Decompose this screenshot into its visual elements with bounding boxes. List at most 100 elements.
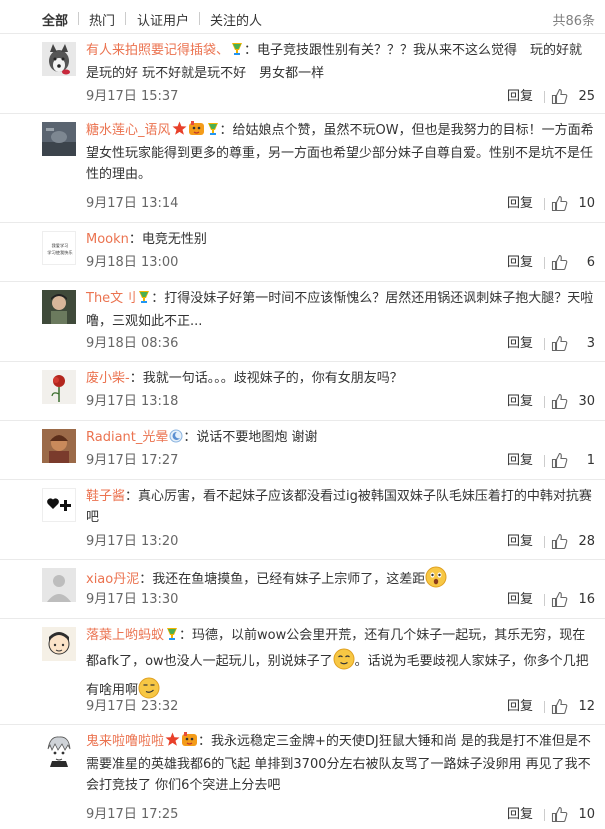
comment-actions: 9月18日 13:00 回复 6 bbox=[86, 253, 595, 273]
like-count: 16 bbox=[578, 592, 595, 607]
comment-content: ：打得没妹子好第一时间不应该惭愧么？居然还用锅还讽刺妹子抱大腿？天啦噜，三观如此… bbox=[86, 291, 594, 329]
thumbs-up-icon bbox=[551, 88, 568, 109]
tab-verified-users[interactable]: 认证用户 bbox=[137, 10, 189, 29]
username[interactable]: 鬼来啦噜啦啦 bbox=[86, 734, 164, 749]
svg-text:我爱学习: 我爱学习 bbox=[52, 242, 69, 249]
comment-item: The文刂 ：打得没妹子好第一时间不应该惭愧么？居然还用锅还讽刺妹子抱大腿？天啦噜… bbox=[0, 282, 605, 362]
like-count: 3 bbox=[586, 336, 595, 351]
reply-button[interactable]: 回复 bbox=[507, 697, 533, 717]
comment-time: 9月17日 17:27 bbox=[86, 453, 179, 468]
thumbs-up-icon bbox=[551, 195, 568, 216]
comment-item: 落葉上哟蚂蚁 ：玛德，以前wow公会里开荒，还有几个妹子一起玩，其乐无穷，现在都a… bbox=[0, 619, 605, 725]
username[interactable]: Radiant_光晕 bbox=[86, 430, 168, 445]
comment-actions: 9月18日 08:36 回复 3 bbox=[86, 334, 595, 354]
comment-actions: 9月17日 13:20 回复 28 bbox=[86, 532, 595, 552]
action-divider bbox=[544, 701, 545, 713]
avatar[interactable] bbox=[42, 370, 76, 404]
member-badge-icon[interactable] bbox=[206, 121, 220, 143]
avatar[interactable] bbox=[42, 733, 76, 767]
comment-content: ：真心厉害，看不起妹子应该都没看过ig被韩国双妹子队毛妹压着打的中韩对抗赛吧 bbox=[86, 489, 592, 525]
avatar[interactable] bbox=[42, 488, 76, 522]
comment-time: 9月17日 13:20 bbox=[86, 534, 179, 549]
avatar[interactable]: 我爱学习 学习使我快乐 bbox=[42, 231, 76, 265]
like-button[interactable]: 3 bbox=[549, 334, 595, 354]
member-badge-icon[interactable] bbox=[230, 41, 244, 63]
reply-button[interactable]: 回复 bbox=[507, 253, 533, 273]
thumbs-up-icon bbox=[551, 698, 568, 719]
comment-item: 我爱学习 学习使我快乐 Mookn：电竞无性别 9月18日 13:00 回复 6 bbox=[0, 223, 605, 282]
username[interactable]: Mookn bbox=[86, 232, 129, 247]
username[interactable]: 有人来拍照要记得插袋、 bbox=[86, 43, 229, 58]
comment-text: The文刂 ：打得没妹子好第一时间不应该惭愧么？居然还用锅还讽刺妹子抱大腿？天啦噜… bbox=[86, 288, 595, 332]
reply-button[interactable]: 回复 bbox=[507, 451, 533, 471]
comment-time: 9月17日 17:25 bbox=[86, 807, 179, 822]
reply-button[interactable]: 回复 bbox=[507, 805, 533, 825]
thumbs-up-icon bbox=[551, 452, 568, 473]
reply-button[interactable]: 回复 bbox=[507, 87, 533, 107]
comment-filter-tabs: 全部 热门 认证用户 关注的人 共86条 bbox=[0, 0, 605, 34]
like-button[interactable]: 12 bbox=[549, 697, 595, 717]
tiger-badge-icon[interactable] bbox=[181, 732, 198, 754]
like-button[interactable]: 30 bbox=[549, 392, 595, 412]
like-count: 10 bbox=[578, 196, 595, 211]
username[interactable]: The文刂 bbox=[86, 291, 136, 306]
like-button[interactable]: 1 bbox=[549, 451, 595, 471]
tab-hot[interactable]: 热门 bbox=[89, 10, 115, 29]
action-divider bbox=[544, 338, 545, 350]
username[interactable]: xiao丹泥 bbox=[86, 572, 139, 587]
reply-button[interactable]: 回复 bbox=[507, 392, 533, 412]
avatar[interactable] bbox=[42, 42, 76, 76]
tiger-badge-icon[interactable] bbox=[188, 121, 205, 143]
thumbs-up-icon bbox=[551, 254, 568, 275]
comment-text: 糖水莲心_语风 ：给姑娘点个赞，虽然不玩OW，但也是我努力的目标！一方面希望女性玩… bbox=[86, 120, 595, 185]
reply-button[interactable]: 回复 bbox=[507, 532, 533, 552]
comment-time: 9月17日 13:18 bbox=[86, 394, 179, 409]
reply-button[interactable]: 回复 bbox=[507, 194, 533, 214]
thumbs-up-icon bbox=[551, 806, 568, 827]
member-badge-icon[interactable] bbox=[137, 289, 151, 311]
comment-time: 9月17日 13:30 bbox=[86, 592, 179, 607]
comment-item: 鞋子酱：真心厉害，看不起妹子应该都没看过ig被韩国双妹子队毛妹压着打的中韩对抗赛… bbox=[0, 480, 605, 560]
comment-time: 9月17日 15:37 bbox=[86, 89, 179, 104]
action-divider bbox=[544, 809, 545, 821]
comment-text: 鬼来啦噜啦啦 ：我永远稳定三金牌+的天使DJ狂鼠大锤和尚 是的我是打不准但是不需要… bbox=[86, 731, 595, 796]
moon-badge-icon[interactable] bbox=[169, 429, 183, 450]
tab-divider bbox=[78, 12, 79, 25]
avatar[interactable] bbox=[42, 568, 76, 602]
member-badge-icon[interactable] bbox=[165, 626, 179, 648]
like-button[interactable]: 28 bbox=[549, 532, 595, 552]
username[interactable]: 落葉上哟蚂蚁 bbox=[86, 628, 164, 643]
username[interactable]: 糖水莲心_语风 bbox=[86, 123, 171, 138]
avatar[interactable] bbox=[42, 122, 76, 156]
like-button[interactable]: 10 bbox=[549, 805, 595, 825]
comment-actions: 9月17日 13:30 回复 16 bbox=[86, 590, 595, 610]
like-count: 10 bbox=[578, 807, 595, 822]
thumbs-up-icon bbox=[551, 591, 568, 612]
avatar[interactable] bbox=[42, 290, 76, 324]
like-button[interactable]: 6 bbox=[549, 253, 595, 273]
action-divider bbox=[544, 536, 545, 548]
star-badge-icon[interactable] bbox=[165, 732, 180, 754]
comment-actions: 9月17日 17:25 回复 10 bbox=[86, 805, 595, 825]
tab-all[interactable]: 全部 bbox=[42, 10, 68, 29]
avatar[interactable] bbox=[42, 627, 76, 661]
avatar[interactable] bbox=[42, 429, 76, 463]
tab-following[interactable]: 关注的人 bbox=[210, 10, 262, 29]
action-divider bbox=[544, 257, 545, 269]
comment-content: ：我就一句话。。。歧视妹子的，你有女朋友吗？ bbox=[129, 371, 403, 386]
like-button[interactable]: 10 bbox=[549, 194, 595, 214]
comment-actions: 9月17日 23:32 回复 12 bbox=[86, 697, 595, 717]
like-button[interactable]: 16 bbox=[549, 590, 595, 610]
reply-button[interactable]: 回复 bbox=[507, 334, 533, 354]
action-divider bbox=[544, 91, 545, 103]
comment-item: 有人来拍照要记得插袋、 ：电子竞技跟性别有关？？？我从来不这么觉得 玩的好就是玩的… bbox=[0, 34, 605, 114]
like-button[interactable]: 25 bbox=[549, 87, 595, 107]
action-divider bbox=[544, 594, 545, 606]
comment-time: 9月18日 08:36 bbox=[86, 336, 179, 351]
action-divider bbox=[544, 396, 545, 408]
username[interactable]: 废小柴- bbox=[86, 371, 130, 386]
star-badge-icon[interactable] bbox=[172, 121, 187, 143]
username[interactable]: 鞋子酱 bbox=[86, 489, 125, 504]
reply-button[interactable]: 回复 bbox=[507, 590, 533, 610]
comment-content: ：我还在鱼塘摸鱼，已经有妹子上宗师了，这差距 bbox=[139, 572, 426, 587]
